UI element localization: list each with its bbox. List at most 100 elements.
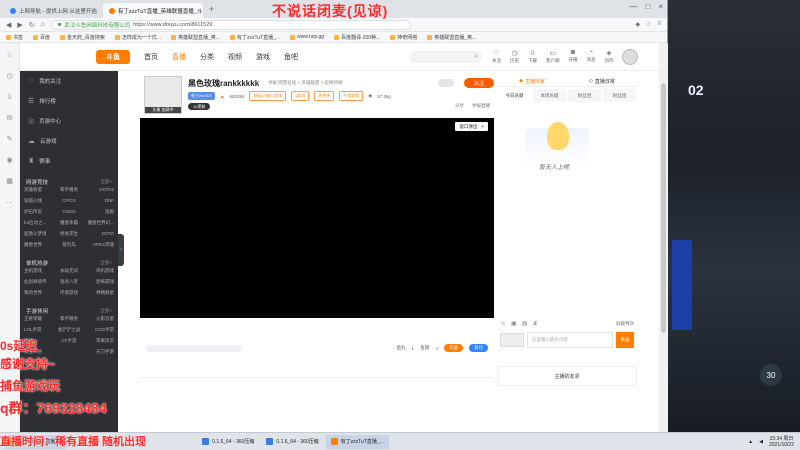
nav-live[interactable]: 直播 <box>172 52 186 62</box>
star-icon[interactable]: ☆ <box>646 21 651 28</box>
category-link[interactable]: 神精群星 <box>84 290 114 296</box>
header-create[interactable]: ◈ 创作 <box>605 49 614 64</box>
search-icon[interactable]: ⌕ <box>474 53 478 61</box>
category-link[interactable]: 天刀手游 <box>84 349 114 355</box>
history-icon[interactable]: ◷ <box>6 72 12 80</box>
extension-icon[interactable]: ◆ <box>635 21 640 28</box>
sidebar-item-follow[interactable]: ♡ 我的关注 <box>20 71 118 91</box>
category-link[interactable]: 火影忍者 <box>84 316 114 322</box>
room-tag[interactable]: 1女司 <box>291 91 310 101</box>
block-effects-toggle[interactable]: 屏蔽特效 <box>616 321 634 327</box>
site-logo[interactable]: 斗鱼 <box>96 49 130 64</box>
streamer-avatar[interactable]: 头像 加载中 <box>144 76 182 114</box>
clock[interactable]: 15:34 周日 2021/10/22 <box>769 436 794 448</box>
category-link[interactable]: CF手游 <box>54 338 84 344</box>
category-link[interactable]: fut启动之... <box>24 220 54 226</box>
category-link[interactable]: 冒险岛 <box>54 242 84 248</box>
mail-icon[interactable]: ✉ <box>7 114 13 122</box>
new-tab-button[interactable]: + <box>203 4 220 14</box>
nav-home[interactable]: 首页 <box>144 52 158 62</box>
game-icon[interactable]: ◉ <box>6 156 12 164</box>
note-icon[interactable]: ✎ <box>7 135 13 143</box>
category-link[interactable]: 恐怖游戏 <box>84 279 114 285</box>
category-link[interactable]: 和平精英 <box>54 316 84 322</box>
tab-douyu[interactable]: 有丁zzzTuT直播_英雄联盟直播_斗鱼 × <box>102 3 203 18</box>
tab-week[interactable]: 本周贡献 <box>533 89 566 102</box>
header-history[interactable]: ◷ 历史 <box>510 49 519 64</box>
emoji-icon[interactable]: ☺ <box>500 321 506 327</box>
sidebar-item-webgame[interactable]: ◎ 页游中心 <box>20 111 118 131</box>
category-link[interactable]: COD手游 <box>84 327 114 333</box>
friends-panel[interactable]: 主播的友邻 <box>497 366 637 386</box>
refresh-icon[interactable]: ↻ <box>29 21 35 29</box>
bookmark-item[interactable]: 有丁zzzTuT直播_... <box>229 34 280 41</box>
taskbar-item[interactable]: 0.1.6_64 - 360压缩 <box>197 435 259 449</box>
report-link[interactable]: 举报直播 <box>472 103 490 109</box>
category-link[interactable]: 鬼谷八荒 <box>54 279 84 285</box>
back-icon[interactable]: ◀ <box>6 21 11 29</box>
nav-video[interactable]: 视频 <box>228 52 242 62</box>
maximize-icon[interactable]: □ <box>645 2 650 11</box>
apps-icon[interactable]: ▦ <box>6 177 13 185</box>
more-icon[interactable]: … <box>6 198 13 205</box>
category-link[interactable]: CSGO <box>54 209 84 215</box>
gift-icon[interactable]: ▤ <box>522 320 528 327</box>
send-button[interactable]: 发送 <box>616 332 634 348</box>
forward-icon[interactable]: ▶ <box>17 21 22 29</box>
url-field[interactable]: ■ 武汉斗鱼网络科技有限公司 https://www.douyu.com/861… <box>50 19 411 30</box>
category-link[interactable]: 单机游戏 <box>84 268 114 274</box>
category-link[interactable]: 穿越火线 <box>24 198 54 204</box>
bookmark-item[interactable]: 书签 <box>6 34 23 41</box>
header-client[interactable]: ▭ 客户端 <box>546 49 560 64</box>
category-link[interactable]: CF/CS <box>54 198 84 204</box>
tab-navigation[interactable]: 上网导航 - 提供上网 从这里开始 <box>4 3 103 18</box>
category-link[interactable]: LOL手游 <box>24 327 54 333</box>
more-link[interactable]: 全部> <box>100 308 112 314</box>
category-link[interactable]: APEX英雄 <box>84 242 114 248</box>
search-input[interactable]: ⌕ <box>410 50 482 63</box>
bookmark-item[interactable]: 金天府_百度搜索 <box>60 34 105 41</box>
nav-category[interactable]: 分类 <box>200 52 214 62</box>
bookmark-item[interactable]: 神奇网络 <box>390 34 417 41</box>
category-link[interactable]: 王者荣耀 <box>24 316 54 322</box>
video-player[interactable]: 窗口弹出 × <box>140 118 494 318</box>
nav-games[interactable]: 游戏 <box>256 52 270 62</box>
popout-button[interactable]: 窗口弹出 × <box>455 122 488 131</box>
category-link[interactable]: 环境游戏 <box>54 290 84 296</box>
category-link[interactable]: 魔兽世界 <box>24 242 54 248</box>
room-tag[interactable]: 冲冲冲 <box>314 91 335 101</box>
volume-icon[interactable]: ◀ <box>759 439 763 445</box>
category-link[interactable]: 魔兽世界幻... <box>84 220 114 226</box>
category-link[interactable]: 和平精英 <box>54 187 84 193</box>
user-avatar[interactable] <box>621 48 638 65</box>
star-icon[interactable]: ☆ <box>6 51 12 59</box>
minimize-icon[interactable]: — <box>629 2 637 11</box>
category-link[interactable]: DNF <box>84 198 114 204</box>
sidebar-item-esports[interactable]: ♜ 赛事 <box>20 151 118 171</box>
sidebar-item-rank[interactable]: ☰ 排行榜 <box>20 91 118 111</box>
sidebar-item-cloudgame[interactable]: ☁ 云游戏 <box>20 131 118 151</box>
header-message[interactable]: ◔ 消息 <box>587 49 596 64</box>
more-link[interactable]: 全部> <box>100 179 112 185</box>
notify-toggle[interactable] <box>438 79 454 87</box>
category-link[interactable]: 苹果风云 <box>84 338 114 344</box>
category-link[interactable]: 魔兽争霸 <box>54 220 84 226</box>
tab-streamer-home[interactable]: ◆ 主播找家 <box>497 76 567 86</box>
header-broadcast[interactable]: ◙ 开播 <box>569 49 578 64</box>
category-link[interactable]: DOTA <box>84 231 114 237</box>
bookmark-item[interactable]: 英雄联盟直播_英... <box>171 34 220 41</box>
category-link[interactable]: DOTA2 <box>84 187 114 193</box>
scrollbar-thumb[interactable] <box>661 83 666 333</box>
page-scrollbar[interactable] <box>659 43 668 432</box>
download-icon[interactable]: ⇩ <box>7 93 13 101</box>
home-icon[interactable]: ⌂ <box>41 21 45 28</box>
category-link[interactable]: 仙剑奇侠传 <box>24 279 54 285</box>
image-icon[interactable]: ▣ <box>511 320 517 327</box>
tab-daily[interactable]: ◇ 直播日常 <box>567 76 637 86</box>
category-link[interactable]: 超激斗梦境 <box>24 231 54 237</box>
more-link[interactable]: 全部> <box>100 260 112 266</box>
chat-input[interactable]: 这里输入聊天内容 <box>527 332 613 348</box>
nav-fishbar[interactable]: 鱼吧 <box>284 52 298 62</box>
category-link[interactable]: 我的世界 <box>24 290 54 296</box>
category-link[interactable] <box>54 349 84 355</box>
